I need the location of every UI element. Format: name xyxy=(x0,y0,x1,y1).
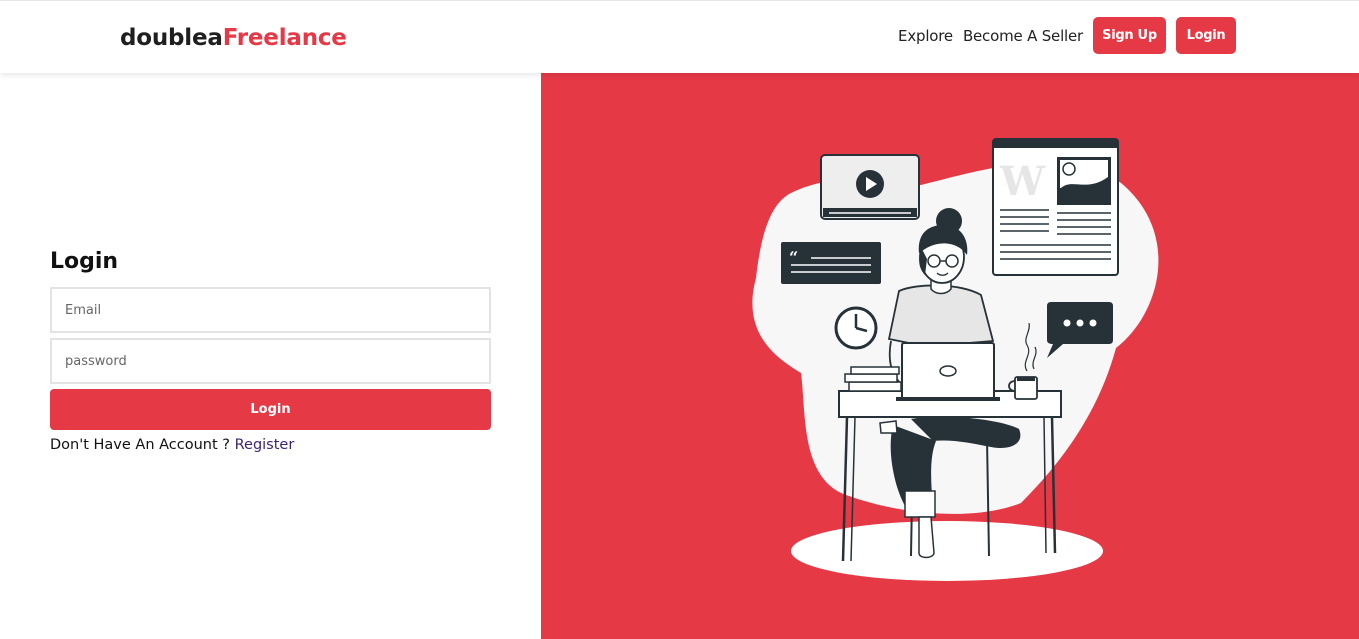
svg-text:“: “ xyxy=(789,248,798,267)
svg-text:W: W xyxy=(999,158,1046,205)
nav-become-seller-link[interactable]: Become A Seller xyxy=(963,27,1083,45)
login-submit-button[interactable]: Login xyxy=(50,389,491,430)
freelancer-illustration: “ W xyxy=(752,138,1159,581)
quote-card-icon: “ xyxy=(781,242,881,284)
brand-logo[interactable]: doubleaFreelance xyxy=(120,25,347,51)
signup-button[interactable]: Sign Up xyxy=(1093,17,1166,54)
article-card-icon: W xyxy=(992,138,1119,276)
top-navbar: doubleaFreelance Explore Become A Seller… xyxy=(0,0,1359,73)
email-field[interactable] xyxy=(50,287,491,333)
login-panel: Login Login Don't Have An Account ? Regi… xyxy=(0,73,541,639)
nav-links: Explore Become A Seller Sign Up Login xyxy=(898,17,1236,54)
nav-explore-link[interactable]: Explore xyxy=(898,27,953,45)
laptop xyxy=(896,342,1000,401)
video-card-icon xyxy=(820,154,920,220)
brand-name-part1: doublea xyxy=(120,25,223,51)
clock-icon xyxy=(834,306,878,350)
register-link[interactable]: Register xyxy=(235,437,295,453)
books xyxy=(844,366,902,392)
brand-name-part2: Freelance xyxy=(222,25,347,51)
login-title: Login xyxy=(50,249,119,274)
no-account-text: Don't Have An Account ? xyxy=(50,437,230,453)
hero-illustration-panel: “ W xyxy=(541,73,1359,639)
nav-login-button[interactable]: Login xyxy=(1176,17,1236,54)
register-prompt: Don't Have An Account ? Register xyxy=(50,437,294,453)
password-field[interactable] xyxy=(50,338,491,384)
